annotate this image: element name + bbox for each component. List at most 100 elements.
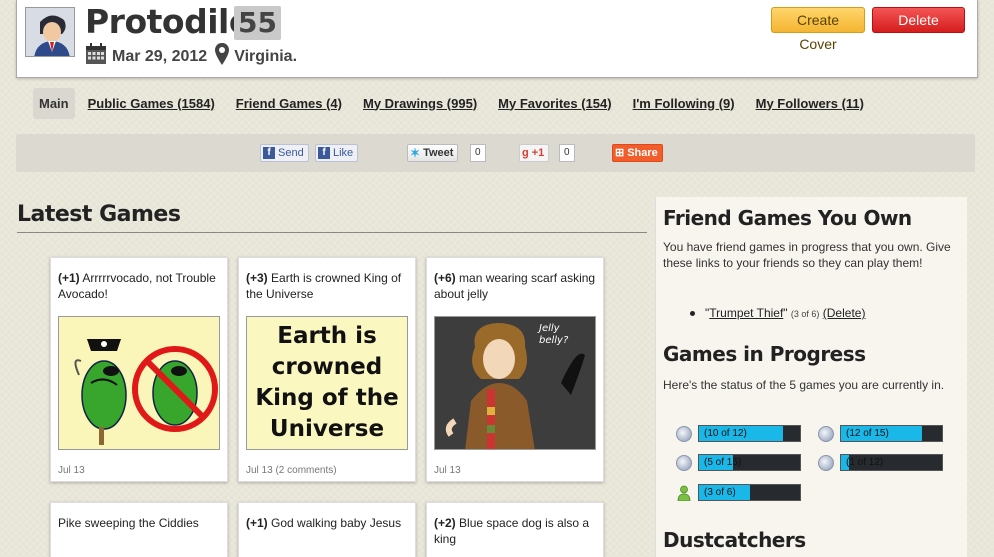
progress-item[interactable]: (1 of 12) (818, 454, 943, 471)
profile-meta: Mar 29, 2012 Virginia. (85, 43, 297, 70)
dustcatchers-title: Dustcatchers (663, 528, 806, 552)
game-card[interactable]: (+1) God walking baby Jesus (238, 502, 416, 557)
sidebar: Friend Games You Own You have friend gam… (655, 197, 967, 557)
progress-item[interactable]: (5 of 15) (676, 454, 801, 471)
progress-item[interactable]: (12 of 15) (818, 425, 943, 442)
game-title: Arrrrrvocado, not Trouble Avocado! (58, 271, 216, 301)
username: Protodile (85, 2, 251, 41)
progress-item[interactable]: (10 of 12) (676, 425, 801, 442)
tab-public-games[interactable]: Public Games (1584) (88, 96, 215, 111)
game-card[interactable]: (+6) man wearing scarf asking about jell… (426, 257, 604, 482)
games-in-progress-description: Here's the status of the 5 games you are… (663, 378, 945, 392)
user-score-badge: 55 (234, 6, 281, 40)
tab-following[interactable]: I'm Following (9) (633, 96, 735, 111)
globe-icon (818, 425, 834, 442)
game-thumbnail[interactable] (58, 316, 220, 450)
game-thumbnail[interactable]: Jelly belly? (434, 316, 596, 450)
share-label: Share (627, 147, 658, 159)
globe-icon (818, 454, 834, 471)
progress-bar: (10 of 12) (698, 425, 801, 442)
tab-friend-games[interactable]: Friend Games (4) (236, 96, 342, 111)
game-title: God walking baby Jesus (267, 516, 402, 530)
google-plus-button[interactable]: g +1 (519, 144, 550, 162)
globe-icon (676, 425, 692, 442)
progress-label: (10 of 12) (704, 428, 747, 439)
game-score: (+2) (434, 516, 456, 530)
game-title: man wearing scarf asking about jelly (434, 271, 596, 301)
progress-item[interactable]: (3 of 6) (676, 484, 801, 501)
tweet-count: 0 (470, 144, 486, 162)
plus-icon: ⊞ (615, 147, 625, 159)
progress-label: (12 of 15) (846, 428, 889, 439)
game-date: Jul 13 (58, 465, 85, 476)
profile-date: Mar 29, 2012 (112, 47, 208, 65)
game-title: Blue space dog is also a king (434, 516, 590, 546)
gplus-count: 0 (559, 144, 575, 162)
game-title: Earth is crowned King of the Universe (246, 271, 402, 301)
delete-friend-game-link[interactable]: (Delete) (823, 306, 866, 320)
avatar[interactable] (25, 7, 75, 57)
game-date: Jul 13 (434, 465, 461, 476)
latest-games-title: Latest Games (17, 202, 181, 227)
section-divider (17, 232, 647, 233)
progress-bar: (3 of 6) (698, 484, 801, 501)
game-card[interactable]: (+2) Blue space dog is also a king (426, 502, 604, 557)
like-label: Like (333, 147, 354, 159)
progress-label: (5 of 15) (704, 457, 742, 468)
tweet-label: Tweet (423, 147, 454, 159)
facebook-icon: f (263, 147, 275, 159)
twitter-bird-icon: ✶ (410, 146, 421, 160)
progress-label: (3 of 6) (704, 487, 736, 498)
quote-close: " (783, 306, 788, 320)
globe-icon (676, 454, 692, 471)
tab-main[interactable]: Main (33, 87, 75, 119)
game-card[interactable]: Pike sweeping the Ciddies (50, 502, 228, 557)
profile-location: Virginia. (234, 47, 298, 65)
game-caption: (+6) man wearing scarf asking about jell… (427, 258, 603, 316)
thumbnail-handwriting: Earth is crowned King of the Universe (255, 323, 399, 442)
tab-my-drawings[interactable]: My Drawings (995) (363, 96, 477, 111)
tweet-button[interactable]: ✶ Tweet (407, 144, 459, 162)
person-icon (676, 485, 692, 501)
game-caption: (+3) Earth is crowned King of the Univer… (239, 258, 415, 316)
games-in-progress-title: Games in Progress (663, 342, 866, 366)
game-caption: Pike sweeping the Ciddies (51, 503, 227, 557)
game-caption: (+1) Arrrrrvocado, not Trouble Avocado! (51, 258, 227, 316)
game-score: (+1) (246, 516, 268, 530)
progress-bar: (12 of 15) (840, 425, 943, 442)
facebook-like-button[interactable]: f Like (315, 144, 359, 162)
friend-game-item: "Trumpet Thief" (3 of 6) (Delete) (690, 306, 865, 320)
progress-label: (1 of 12) (846, 457, 884, 468)
friend-game-link[interactable]: Trumpet Thief (709, 306, 783, 320)
facebook-send-button[interactable]: f Send (260, 144, 309, 162)
game-caption: (+2) Blue space dog is also a king (427, 503, 603, 557)
share-bar: f Send f Like ✶ Tweet 0 g +1 0 ⊞ Share (16, 134, 975, 172)
game-thumbnail[interactable]: Earth is crowned King of the Universe (246, 316, 408, 450)
tab-followers[interactable]: My Followers (11) (756, 96, 864, 111)
friend-games-title: Friend Games You Own (663, 206, 912, 230)
game-title: Pike sweeping the Ciddies (58, 516, 199, 530)
game-caption: (+1) God walking baby Jesus (239, 503, 415, 557)
game-score: (+3) (246, 271, 268, 285)
share-button[interactable]: ⊞ Share (612, 144, 663, 162)
profile-nav: Main Public Games (1584) Friend Games (4… (20, 83, 975, 123)
progress-bar: (1 of 12) (840, 454, 943, 471)
profile-header: Protodile 55 Mar 29, 2012 Virginia. Crea (16, 0, 978, 78)
progress-bar: (5 of 15) (698, 454, 801, 471)
create-cover-button[interactable]: Create Cover (771, 7, 865, 52)
tab-my-favorites[interactable]: My Favorites (154) (498, 96, 611, 111)
calendar-icon (85, 43, 107, 70)
delete-cover-button[interactable]: Delete Cover (872, 7, 965, 52)
gplus-label: +1 (531, 147, 545, 159)
game-score: (+1) (58, 271, 80, 285)
thumbnail-speech-text: Jelly belly? (539, 323, 569, 346)
friend-games-description: You have friend games in progress that y… (663, 240, 951, 270)
game-card[interactable]: (+1) Arrrrrvocado, not Trouble Avocado! … (50, 257, 228, 482)
game-card[interactable]: (+3) Earth is crowned King of the Univer… (238, 257, 416, 482)
bullet (690, 311, 695, 317)
game-score: (+6) (434, 271, 456, 285)
game-date: Jul 13 (2 comments) (246, 465, 337, 476)
friend-game-progress: (3 of 6) (790, 309, 820, 319)
location-pin-icon (215, 43, 230, 70)
google-plus-icon: g (522, 147, 529, 159)
